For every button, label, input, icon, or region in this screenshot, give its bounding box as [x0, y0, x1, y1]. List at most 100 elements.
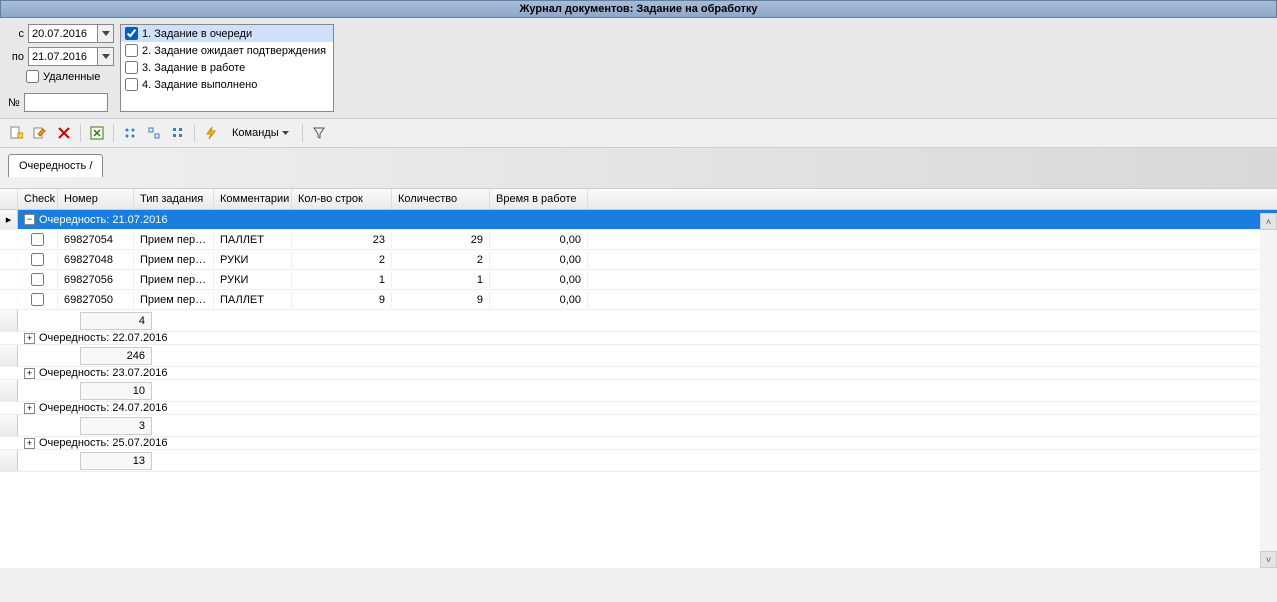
col-check[interactable]: Check — [18, 189, 58, 209]
row-check-cell[interactable] — [18, 291, 58, 308]
to-label: по — [8, 51, 24, 63]
row-indicator-cell — [0, 415, 18, 436]
group-row[interactable]: + Очередность: 24.07.2016 — [0, 402, 1277, 415]
row-checkbox[interactable] — [31, 273, 44, 286]
table-row[interactable]: 69827054Прием перем…ПАЛЛЕТ23290,00 — [0, 230, 1277, 250]
table-row[interactable]: 69827056Прием перем…РУКИ110,00 — [0, 270, 1277, 290]
row-type: Прием перем… — [134, 232, 214, 248]
scroll-up-button[interactable]: ˄ — [1260, 213, 1277, 230]
table-row[interactable]: 69827050Прием перем…ПАЛЛЕТ990,00 — [0, 290, 1277, 310]
expand-icon[interactable]: + — [24, 438, 35, 449]
number-input[interactable] — [24, 93, 108, 112]
table-row[interactable]: 69827048Прием перем…РУКИ220,00 — [0, 250, 1277, 270]
col-comments[interactable]: Комментарии — [214, 189, 292, 209]
col-time[interactable]: Время в работе — [490, 189, 588, 209]
status-check-1[interactable] — [125, 27, 138, 40]
date-filters: с по Удаленные № — [8, 24, 114, 112]
status-item-queue[interactable]: 1. Задание в очереди — [121, 25, 333, 42]
ungroup-icon — [147, 126, 161, 140]
col-type[interactable]: Тип задания — [134, 189, 214, 209]
expand-icon[interactable]: + — [24, 333, 35, 344]
title-bar: Журнал документов: Задание на обработку — [0, 0, 1277, 18]
row-check-cell[interactable] — [18, 251, 58, 268]
indicator-header — [0, 189, 18, 209]
excel-icon — [90, 126, 104, 140]
from-date-input[interactable] — [28, 24, 98, 43]
row-time: 0,00 — [490, 232, 588, 248]
tab-priority[interactable]: Очередность / — [8, 154, 103, 177]
new-document-icon — [9, 126, 23, 140]
row-number: 69827054 — [58, 232, 134, 248]
to-date-combo[interactable] — [28, 47, 114, 66]
collapse-icon[interactable]: − — [24, 214, 35, 225]
status-check-2[interactable] — [125, 44, 138, 57]
row-comments: ПАЛЛЕТ — [214, 292, 292, 308]
row-type: Прием перем… — [134, 252, 214, 268]
row-time: 0,00 — [490, 252, 588, 268]
col-qty[interactable]: Количество — [392, 189, 490, 209]
delete-icon — [57, 126, 71, 140]
status-label-3: 3. Задание в работе — [142, 62, 245, 74]
group-summary-row: 246 — [0, 345, 1277, 367]
to-date-dropdown[interactable] — [98, 47, 114, 66]
expand-icon[interactable]: + — [24, 403, 35, 414]
commands-dropdown[interactable]: Команды — [225, 124, 296, 142]
excel-button[interactable] — [87, 123, 107, 143]
row-checkbox[interactable] — [31, 233, 44, 246]
group-summary-row: 10 — [0, 380, 1277, 402]
action-button[interactable] — [201, 123, 221, 143]
group-row[interactable]: + Очередность: 23.07.2016 — [0, 367, 1277, 380]
group-row[interactable]: + Очередность: 25.07.2016 — [0, 437, 1277, 450]
data-grid[interactable]: Check Номер Тип задания Комментарии Кол-… — [0, 188, 1277, 568]
status-check-3[interactable] — [125, 61, 138, 74]
group-label: Очередность: 22.07.2016 — [39, 332, 167, 344]
row-indicator-cell — [0, 345, 18, 366]
group-label: Очередность: 24.07.2016 — [39, 402, 167, 414]
status-check-4[interactable] — [125, 78, 138, 91]
col-lines[interactable]: Кол-во строк — [292, 189, 392, 209]
group-summary-value: 10 — [80, 382, 152, 400]
row-time: 0,00 — [490, 272, 588, 288]
from-date-combo[interactable] — [28, 24, 114, 43]
status-filter-list[interactable]: 1. Задание в очереди 2. Задание ожидает … — [120, 24, 334, 112]
delete-button[interactable] — [54, 123, 74, 143]
status-item-awaiting[interactable]: 2. Задание ожидает подтверждения — [121, 42, 333, 59]
row-indicator-cell — [0, 380, 18, 401]
status-item-done[interactable]: 4. Задание выполнено — [121, 76, 333, 93]
commands-label: Команды — [232, 127, 279, 139]
lightning-icon — [204, 126, 218, 140]
tree-icon — [171, 126, 185, 140]
filter-button[interactable] — [309, 123, 329, 143]
row-indicator-cell — [0, 238, 18, 242]
row-comments: ПАЛЛЕТ — [214, 232, 292, 248]
group-row[interactable]: + Очередность: 22.07.2016 — [0, 332, 1277, 345]
row-lines: 23 — [292, 232, 392, 248]
from-date-dropdown[interactable] — [98, 24, 114, 43]
group-summary-row: 3 — [0, 415, 1277, 437]
scroll-down-button[interactable]: ˅ — [1260, 551, 1277, 568]
col-number[interactable]: Номер — [58, 189, 134, 209]
group-button-1[interactable] — [120, 123, 140, 143]
row-check-cell[interactable] — [18, 231, 58, 248]
window-title: Журнал документов: Задание на обработку — [519, 3, 757, 15]
status-item-inwork[interactable]: 3. Задание в работе — [121, 59, 333, 76]
status-label-1: 1. Задание в очереди — [142, 28, 252, 40]
group-row[interactable]: ▸−Очередность: 21.07.2016 — [0, 210, 1277, 230]
group-button-2[interactable] — [144, 123, 164, 143]
row-checkbox[interactable] — [31, 253, 44, 266]
funnel-icon — [312, 126, 326, 140]
deleted-checkbox[interactable] — [26, 70, 39, 83]
group-icon — [123, 126, 137, 140]
group-button-3[interactable] — [168, 123, 188, 143]
group-label: Очередность: 23.07.2016 — [39, 367, 167, 379]
new-document-button[interactable] — [6, 123, 26, 143]
row-check-cell[interactable] — [18, 271, 58, 288]
edit-button[interactable] — [30, 123, 50, 143]
row-checkbox[interactable] — [31, 293, 44, 306]
chevron-down-icon — [102, 54, 110, 59]
to-date-input[interactable] — [28, 47, 98, 66]
expand-icon[interactable]: + — [24, 368, 35, 379]
vertical-scrollbar[interactable]: ˄ ˅ — [1260, 213, 1277, 568]
row-number: 69827048 — [58, 252, 134, 268]
group-label: Очередность: 25.07.2016 — [39, 437, 167, 449]
